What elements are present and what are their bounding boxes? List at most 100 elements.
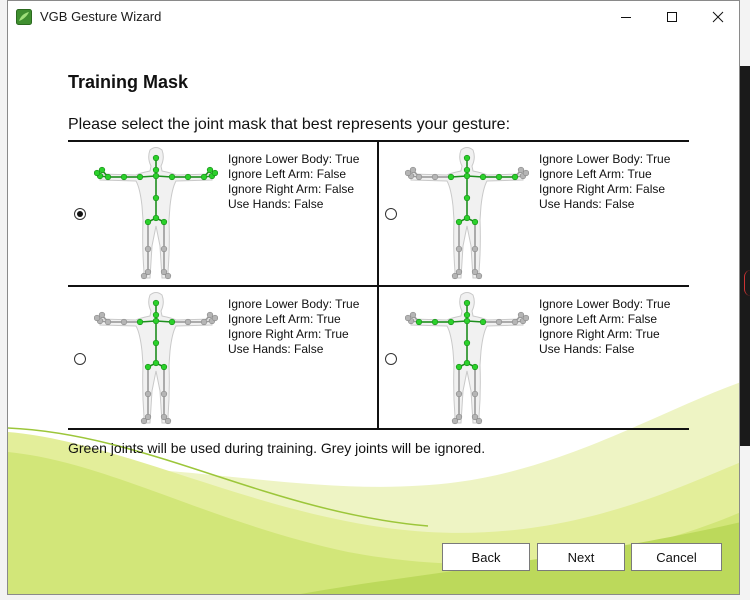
skeleton-joint <box>152 154 160 162</box>
skeleton-joint <box>144 363 152 371</box>
next-button[interactable]: Next <box>537 543 625 571</box>
option-line-lower-body: Ignore Lower Body: True <box>539 297 671 311</box>
page-prompt: Please select the joint mask that best r… <box>68 116 511 133</box>
mask-option-3[interactable]: Ignore Lower Body: True Ignore Left Arm:… <box>68 287 377 430</box>
skeleton-figure-2 <box>405 147 529 280</box>
skeleton-joint <box>409 311 417 319</box>
skeleton-figure-3 <box>94 292 218 425</box>
skeleton-joint <box>140 272 148 280</box>
minimize-icon <box>621 16 631 18</box>
option-line-lower-body: Ignore Lower Body: True <box>539 152 671 166</box>
skeleton-joint <box>455 218 463 226</box>
skeleton-joint <box>511 173 519 181</box>
background-window-accent <box>744 270 750 296</box>
skeleton-joint <box>168 318 176 326</box>
maximize-button[interactable] <box>649 1 695 32</box>
skeleton-joint <box>451 417 459 425</box>
option-line-right-arm: Ignore Right Arm: True <box>228 327 349 341</box>
skeleton-joint <box>463 299 471 307</box>
skeleton-joint <box>463 359 471 367</box>
skeleton-joint <box>152 194 160 202</box>
skeleton-joint <box>160 218 168 226</box>
skeleton-joint <box>120 173 128 181</box>
close-button[interactable] <box>695 1 739 32</box>
skeleton-joint <box>94 314 101 322</box>
skeleton-joint <box>475 417 483 425</box>
back-button[interactable]: Back <box>442 543 530 571</box>
skeleton-joint <box>455 245 463 253</box>
option-line-lower-body: Ignore Lower Body: True <box>228 152 360 166</box>
skeleton-joint <box>471 218 479 226</box>
skeleton-joint <box>160 245 168 253</box>
option-line-left-arm: Ignore Left Arm: True <box>539 167 652 181</box>
mask-option-4-radio[interactable] <box>385 353 397 365</box>
mask-option-1-radio[interactable] <box>74 208 86 220</box>
skeleton-joint <box>98 166 106 174</box>
mask-option-3-description: Ignore Lower Body: True Ignore Left Arm:… <box>228 297 359 357</box>
skeleton-joint <box>94 169 101 177</box>
skeleton-joint <box>136 173 144 181</box>
skeleton-joint <box>200 318 208 326</box>
skeleton-joint <box>455 390 463 398</box>
mask-option-1-description: Ignore Lower Body: True Ignore Left Arm:… <box>228 152 359 212</box>
minimize-button[interactable] <box>603 1 649 32</box>
mask-option-4[interactable]: Ignore Lower Body: True Ignore Left Arm:… <box>379 287 688 430</box>
skeleton-joint <box>475 272 483 280</box>
option-line-right-arm: Ignore Right Arm: False <box>539 182 666 196</box>
mask-option-1[interactable]: Ignore Lower Body: True Ignore Left Arm:… <box>68 142 377 285</box>
skeleton-joint <box>511 318 519 326</box>
skeleton-joint <box>104 173 112 181</box>
skeleton-joint <box>164 272 172 280</box>
title-bar[interactable]: VGB Gesture Wizard <box>8 1 739 32</box>
skeleton-joint <box>463 194 471 202</box>
skeleton-joint <box>495 173 503 181</box>
cancel-button[interactable]: Cancel <box>631 543 722 571</box>
skeleton-joint <box>409 166 417 174</box>
mask-option-2[interactable]: Ignore Lower Body: True Ignore Left Arm:… <box>379 142 688 285</box>
skeleton-joint <box>495 318 503 326</box>
skeleton-joint <box>152 299 160 307</box>
skeleton-joint <box>144 390 152 398</box>
wizard-window: VGB Gesture Wizard Training Mask Please … <box>7 0 740 595</box>
option-line-hands: Use Hands: False <box>228 342 324 356</box>
skeleton-joint <box>471 390 479 398</box>
skeleton-joint <box>463 172 471 180</box>
skeleton-joint <box>517 166 525 174</box>
skeleton-joint <box>160 363 168 371</box>
background-window-edge <box>740 66 750 446</box>
skeleton-joint <box>206 311 214 319</box>
mask-option-2-radio[interactable] <box>385 208 397 220</box>
skeleton-joint <box>415 318 423 326</box>
skeleton-joint <box>104 318 112 326</box>
skeleton-joint <box>451 272 459 280</box>
skeleton-joint <box>447 173 455 181</box>
mask-option-4-description: Ignore Lower Body: True Ignore Left Arm:… <box>539 297 670 357</box>
skeleton-joint <box>206 166 214 174</box>
skeleton-joint <box>479 318 487 326</box>
skeleton-joint <box>471 363 479 371</box>
skeleton-joint <box>98 311 106 319</box>
joint-legend-note: Green joints will be used during trainin… <box>68 440 486 456</box>
skeleton-joint <box>431 318 439 326</box>
skeleton-joint <box>160 390 168 398</box>
skeleton-joint <box>152 359 160 367</box>
skeleton-joint <box>522 314 529 322</box>
skeleton-joint <box>184 318 192 326</box>
skeleton-joint <box>522 169 529 177</box>
skeleton-joint <box>152 214 160 222</box>
skeleton-joint <box>140 417 148 425</box>
skeleton-joint <box>144 218 152 226</box>
skeleton-joint <box>471 245 479 253</box>
option-line-left-arm: Ignore Left Arm: False <box>539 312 658 326</box>
skeleton-joint <box>152 311 160 319</box>
option-line-hands: Use Hands: False <box>539 342 635 356</box>
mask-option-3-radio[interactable] <box>74 353 86 365</box>
skeleton-figure-1 <box>94 147 218 280</box>
skeleton-joint <box>144 245 152 253</box>
mask-options-grid: Ignore Lower Body: True Ignore Left Arm:… <box>68 140 689 430</box>
close-icon <box>712 11 724 22</box>
option-line-lower-body: Ignore Lower Body: True <box>228 297 360 311</box>
option-line-right-arm: Ignore Right Arm: True <box>539 327 660 341</box>
skeleton-joint <box>200 173 208 181</box>
option-line-left-arm: Ignore Left Arm: True <box>228 312 341 326</box>
